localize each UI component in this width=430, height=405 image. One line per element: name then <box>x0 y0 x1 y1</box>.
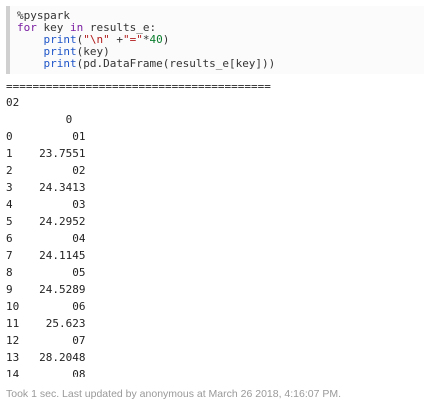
code-token: "=" <box>123 33 143 46</box>
output-separator: ======================================== <box>6 80 271 93</box>
dataframe-row: 4 03 <box>6 198 86 211</box>
dataframe-row: 8 05 <box>6 266 86 279</box>
dataframe-row: 1 23.7551 <box>6 147 86 160</box>
code-token: (pd.DataFrame(results_e[key])) <box>76 57 276 70</box>
dataframe-row: 7 24.1145 <box>6 249 86 262</box>
code-editor[interactable]: %pyspark for key in results_e: print("\n"… <box>6 6 424 74</box>
dataframe-row: 9 24.5289 <box>6 283 86 296</box>
output-key: 02 <box>6 96 20 109</box>
paragraph-footer-status: Took 1 sec. Last updated by anonymous at… <box>6 388 342 400</box>
dataframe-rows: 0 01 1 23.7551 2 02 3 24.3413 4 03 5 24.2952 6… <box>6 128 424 377</box>
dataframe-row: 2 02 <box>6 164 86 177</box>
code-token: * <box>142 33 150 46</box>
dataframe-row: 5 24.2952 <box>6 215 86 228</box>
code-line: print(pd.DataFrame(results_e[key])) <box>17 58 424 70</box>
dataframe-row: 10 06 <box>6 300 86 313</box>
code-token: print <box>43 57 77 70</box>
dataframe-header: 0 <box>6 113 73 126</box>
dataframe-row: 11 25.623 <box>6 317 86 330</box>
code-token: + <box>109 33 123 46</box>
code-token: 40 <box>149 33 163 46</box>
code-token: ) <box>162 33 170 46</box>
dataframe-row: 3 24.3413 <box>6 181 86 194</box>
dataframe-row: 12 07 <box>6 334 86 347</box>
dataframe-row: 14 08 <box>6 368 86 377</box>
dataframe-row: 0 01 <box>6 130 86 143</box>
dataframe-row: 6 04 <box>6 232 86 245</box>
dataframe-row: 13 28.2048 <box>6 351 86 364</box>
paragraph-output: ========================================… <box>6 80 424 377</box>
